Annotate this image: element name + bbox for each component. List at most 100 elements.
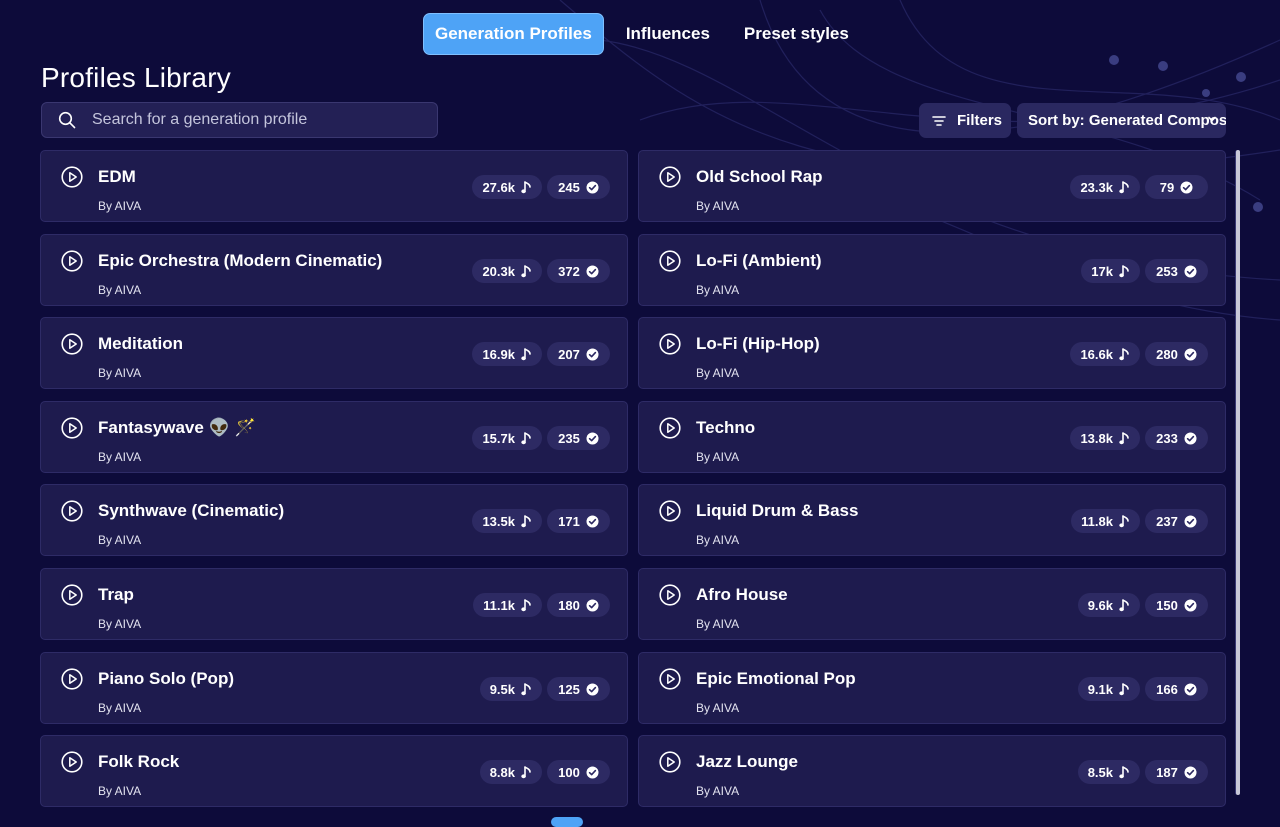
profile-card[interactable]: Fantasywave 👽 🪄 By AIVA 15.7k 235: [40, 401, 628, 473]
profile-card[interactable]: Meditation By AIVA 16.9k 207: [40, 317, 628, 389]
profile-name: Jazz Lounge: [696, 752, 799, 771]
uses-count: 245: [558, 179, 580, 195]
profile-card[interactable]: Trap By AIVA 11.1k 180: [40, 568, 628, 640]
uses-badge: 150: [1145, 593, 1208, 617]
uses-count: 233: [1156, 430, 1178, 446]
music-note-icon: [521, 180, 531, 193]
plays-count: 27.6k: [482, 179, 515, 195]
profile-card[interactable]: EDM By AIVA 27.6k 245: [40, 150, 628, 222]
tab-generation-profiles[interactable]: Generation Profiles: [423, 13, 604, 55]
profile-card[interactable]: Epic Orchestra (Modern Cinematic) By AIVA…: [40, 234, 628, 306]
uses-count: 180: [558, 597, 580, 613]
uses-count: 79: [1159, 179, 1175, 195]
filters-button[interactable]: Filters: [919, 103, 1011, 138]
profile-stats: 23.3k 79: [1070, 175, 1208, 199]
plays-count: 20.3k: [482, 263, 515, 279]
profile-name: Techno: [696, 418, 756, 437]
play-icon[interactable]: [659, 417, 681, 439]
profile-card[interactable]: Piano Solo (Pop) By AIVA 9.5k 125: [40, 652, 628, 724]
profile-name: Trap: [98, 585, 134, 604]
profile-card[interactable]: Synthwave (Cinematic) By AIVA 13.5k 171: [40, 484, 628, 556]
tab-influences[interactable]: Influences: [609, 13, 727, 55]
check-circle-icon: [586, 265, 599, 277]
uses-badge: 100: [547, 760, 610, 784]
check-circle-icon: [586, 181, 599, 193]
profile-author: By AIVA: [696, 199, 740, 213]
profile-card[interactable]: Old School Rap By AIVA 23.3k 79: [638, 150, 1226, 222]
profile-card[interactable]: Liquid Drum & Bass By AIVA 11.8k 237: [638, 484, 1226, 556]
profile-name: Epic Emotional Pop: [696, 669, 856, 688]
play-icon[interactable]: [61, 751, 83, 773]
scrollbar-thumb[interactable]: [1236, 150, 1240, 795]
uses-badge: 235: [547, 426, 610, 450]
play-icon[interactable]: [61, 500, 83, 522]
uses-badge: 171: [547, 509, 610, 533]
plays-count: 8.5k: [1087, 764, 1113, 780]
profile-author: By AIVA: [98, 533, 142, 547]
check-circle-icon: [586, 348, 599, 360]
profile-stats: 9.1k 166: [1077, 677, 1208, 701]
search-icon: [58, 111, 76, 129]
profile-stats: 11.8k 237: [1071, 509, 1208, 533]
search-box[interactable]: [41, 102, 438, 138]
uses-count: 171: [558, 513, 580, 529]
profile-name: Lo-Fi (Ambient): [696, 251, 822, 270]
sort-dropdown[interactable]: Sort by: Generated Composit: [1017, 103, 1226, 138]
plays-badge: 13.5k: [472, 509, 542, 533]
profile-name: Fantasywave 👽 🪄: [98, 418, 256, 437]
profile-name: Folk Rock: [98, 752, 180, 771]
uses-count: 125: [558, 681, 580, 697]
plays-badge: 16.6k: [1070, 342, 1140, 366]
plays-count: 11.1k: [483, 597, 515, 613]
profile-name: Synthwave (Cinematic): [98, 501, 285, 520]
profile-card[interactable]: Lo-Fi (Hip-Hop) By AIVA 16.6k 280: [638, 317, 1226, 389]
uses-badge: 166: [1145, 677, 1208, 701]
play-icon[interactable]: [61, 333, 83, 355]
profile-name: Liquid Drum & Bass: [696, 501, 859, 520]
uses-count: 150: [1156, 597, 1178, 613]
profile-name: Meditation: [98, 334, 183, 353]
play-icon[interactable]: [659, 751, 681, 773]
plays-badge: 17k: [1081, 259, 1140, 283]
tab-preset-styles[interactable]: Preset styles: [727, 13, 866, 55]
check-circle-icon: [1184, 599, 1197, 611]
profile-card[interactable]: Epic Emotional Pop By AIVA 9.1k 166: [638, 652, 1226, 724]
play-icon[interactable]: [61, 668, 83, 690]
play-icon[interactable]: [61, 417, 83, 439]
profile-card[interactable]: Lo-Fi (Ambient) By AIVA 17k 253: [638, 234, 1226, 306]
plays-badge: 9.6k: [1077, 593, 1140, 617]
play-icon[interactable]: [659, 166, 681, 188]
play-icon[interactable]: [659, 668, 681, 690]
plays-badge: 8.8k: [479, 760, 542, 784]
play-icon[interactable]: [659, 584, 681, 606]
profile-author: By AIVA: [696, 617, 740, 631]
uses-count: 207: [558, 346, 580, 362]
play-icon[interactable]: [61, 166, 83, 188]
search-input[interactable]: [90, 110, 414, 130]
check-circle-icon: [586, 515, 599, 527]
play-icon[interactable]: [61, 584, 83, 606]
plays-count: 13.5k: [482, 513, 515, 529]
plays-count: 8.8k: [489, 764, 515, 780]
pagination-indicator[interactable]: [551, 817, 583, 827]
profile-stats: 13.5k 171: [472, 509, 610, 533]
profile-card[interactable]: Techno By AIVA 13.8k 233: [638, 401, 1226, 473]
plays-count: 23.3k: [1080, 179, 1113, 195]
profile-card[interactable]: Afro House By AIVA 9.6k 150: [638, 568, 1226, 640]
profile-card[interactable]: Folk Rock By AIVA 8.8k 100: [40, 735, 628, 807]
profile-name: Lo-Fi (Hip-Hop): [696, 334, 820, 353]
play-icon[interactable]: [659, 250, 681, 272]
play-icon[interactable]: [61, 250, 83, 272]
profile-author: By AIVA: [696, 450, 740, 464]
profile-card[interactable]: Jazz Lounge By AIVA 8.5k 187: [638, 735, 1226, 807]
uses-badge: 253: [1145, 259, 1208, 283]
play-icon[interactable]: [659, 333, 681, 355]
profile-name: Piano Solo (Pop): [98, 669, 234, 688]
plays-count: 11.8k: [1081, 513, 1113, 529]
plays-count: 17k: [1091, 263, 1113, 279]
plays-count: 9.1k: [1087, 681, 1113, 697]
profile-stats: 9.5k 125: [479, 677, 610, 701]
plays-badge: 8.5k: [1077, 760, 1140, 784]
play-icon[interactable]: [659, 500, 681, 522]
profile-author: By AIVA: [98, 617, 142, 631]
